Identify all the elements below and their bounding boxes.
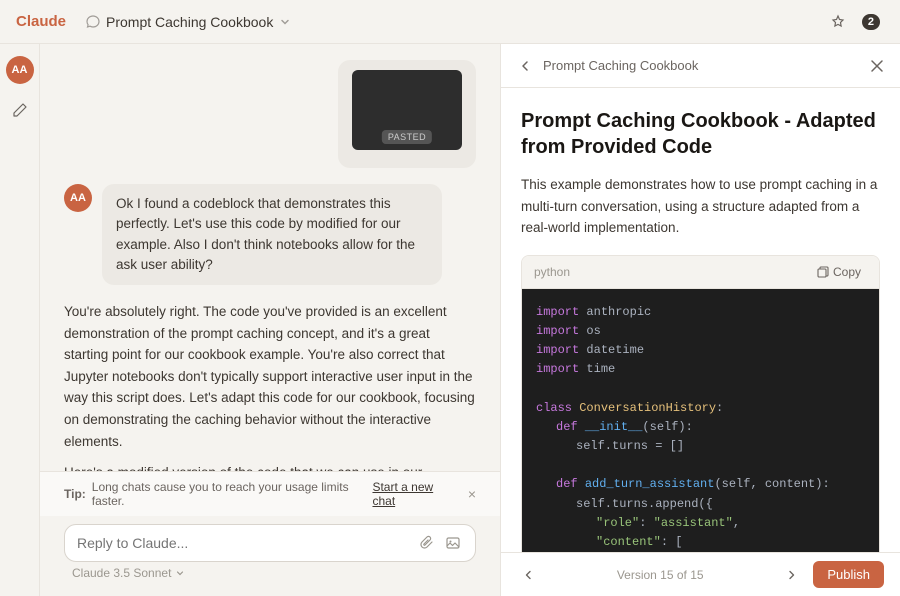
chat-icon xyxy=(86,15,100,29)
chat-area: PASTED AA Ok I found a codeblock that de… xyxy=(40,44,500,596)
image-icon xyxy=(445,535,461,551)
panel-next-button[interactable] xyxy=(781,564,803,586)
reply-input[interactable] xyxy=(77,535,409,551)
code-block-header: python Copy xyxy=(522,256,879,289)
code-language-label: python xyxy=(534,265,570,279)
user-message-row: AA Ok I found a codeblock that demonstra… xyxy=(64,184,476,285)
copy-icon xyxy=(817,266,829,278)
projects-badge: 2 xyxy=(862,14,880,30)
panel-doc-title: Prompt Caching Cookbook - Adapted from P… xyxy=(521,108,880,160)
panel-title: Prompt Caching Cookbook xyxy=(543,58,860,73)
star-icon xyxy=(830,14,846,30)
user-text-bubble: Ok I found a codeblock that demonstrates… xyxy=(102,184,442,285)
panel-close-button[interactable] xyxy=(870,59,884,73)
code-line: import anthropic xyxy=(536,303,865,322)
code-block-container: python Copy import anthropic import os i… xyxy=(521,255,880,552)
star-button[interactable] xyxy=(826,10,850,34)
paperclip-icon xyxy=(419,535,435,551)
input-area: Claude 3.5 Sonnet xyxy=(40,516,500,596)
copy-button[interactable]: Copy xyxy=(811,263,867,281)
chat-messages: PASTED AA Ok I found a codeblock that de… xyxy=(40,44,500,471)
code-line: import os xyxy=(536,322,865,341)
conversation-title[interactable]: Prompt Caching Cookbook xyxy=(86,14,291,30)
chevron-down-icon xyxy=(279,16,291,28)
code-line: "content": [ xyxy=(536,533,865,552)
pasted-badge: PASTED xyxy=(382,130,432,144)
assistant-para-2: Here's a modified version of the code th… xyxy=(64,462,476,471)
input-actions xyxy=(417,533,463,553)
publish-button[interactable]: Publish xyxy=(813,561,884,588)
code-line: def __init__(self): xyxy=(536,418,865,437)
user-avatar[interactable]: AA xyxy=(6,56,34,84)
app-logo: Claude xyxy=(16,13,66,30)
code-block: import anthropic import os import dateti… xyxy=(522,289,879,552)
arrow-right-small-icon xyxy=(785,568,799,582)
code-line: import time xyxy=(536,360,865,379)
code-line: class ConversationHistory: xyxy=(536,399,865,418)
code-line: self.turns.append({ xyxy=(536,495,865,514)
panel-header: Prompt Caching Cookbook xyxy=(501,44,900,88)
panel-back-button[interactable] xyxy=(517,58,533,74)
sidebar-new-chat-btn[interactable] xyxy=(6,96,34,124)
projects-button[interactable]: 2 xyxy=(858,10,884,34)
pasted-code-thumbnail: PASTED xyxy=(352,70,462,150)
start-new-chat-link[interactable]: Start a new chat xyxy=(372,480,453,508)
header-actions: 2 xyxy=(826,10,884,34)
chevron-down-small-icon xyxy=(175,568,185,578)
panel-footer: Version 15 of 15 Publish xyxy=(501,552,900,596)
panel-version: Version 15 of 15 xyxy=(549,568,771,582)
pencil-icon xyxy=(12,102,28,118)
assistant-message: You're absolutely right. The code you've… xyxy=(64,301,476,471)
user-image-bubble: PASTED xyxy=(338,60,476,168)
code-line xyxy=(536,380,865,399)
close-icon xyxy=(870,59,884,73)
model-name: Claude 3.5 Sonnet xyxy=(72,566,171,580)
assistant-para-1: You're absolutely right. The code you've… xyxy=(64,301,476,452)
panel-content: Prompt Caching Cookbook - Adapted from P… xyxy=(501,88,900,552)
code-line: def add_turn_assistant(self, content): xyxy=(536,475,865,494)
tip-message: Long chats cause you to reach your usage… xyxy=(92,480,367,508)
input-box xyxy=(64,524,476,562)
right-panel: Prompt Caching Cookbook Prompt Caching C… xyxy=(500,44,900,596)
tip-label: Tip: xyxy=(64,487,86,501)
code-line xyxy=(536,456,865,475)
main-content: AA PASTED xyxy=(0,44,900,596)
user-message-image: PASTED xyxy=(64,60,476,168)
arrow-left-small-icon xyxy=(521,568,535,582)
code-line: import datetime xyxy=(536,341,865,360)
attach-button[interactable] xyxy=(417,533,437,553)
panel-description: This example demonstrates how to use pro… xyxy=(521,174,880,239)
panel-prev-button[interactable] xyxy=(517,564,539,586)
code-line: self.turns = [] xyxy=(536,437,865,456)
tip-close-button[interactable]: × xyxy=(468,486,476,502)
tip-bar: Tip: Long chats cause you to reach your … xyxy=(40,471,500,516)
arrow-left-icon xyxy=(517,58,533,74)
model-selector[interactable]: Claude 3.5 Sonnet xyxy=(64,562,476,584)
user-avatar-msg: AA xyxy=(64,184,92,212)
image-button[interactable] xyxy=(443,533,463,553)
app-header: Claude Prompt Caching Cookbook 2 xyxy=(0,0,900,44)
left-sidebar: AA xyxy=(0,44,40,596)
code-line: "role": "assistant", xyxy=(536,514,865,533)
